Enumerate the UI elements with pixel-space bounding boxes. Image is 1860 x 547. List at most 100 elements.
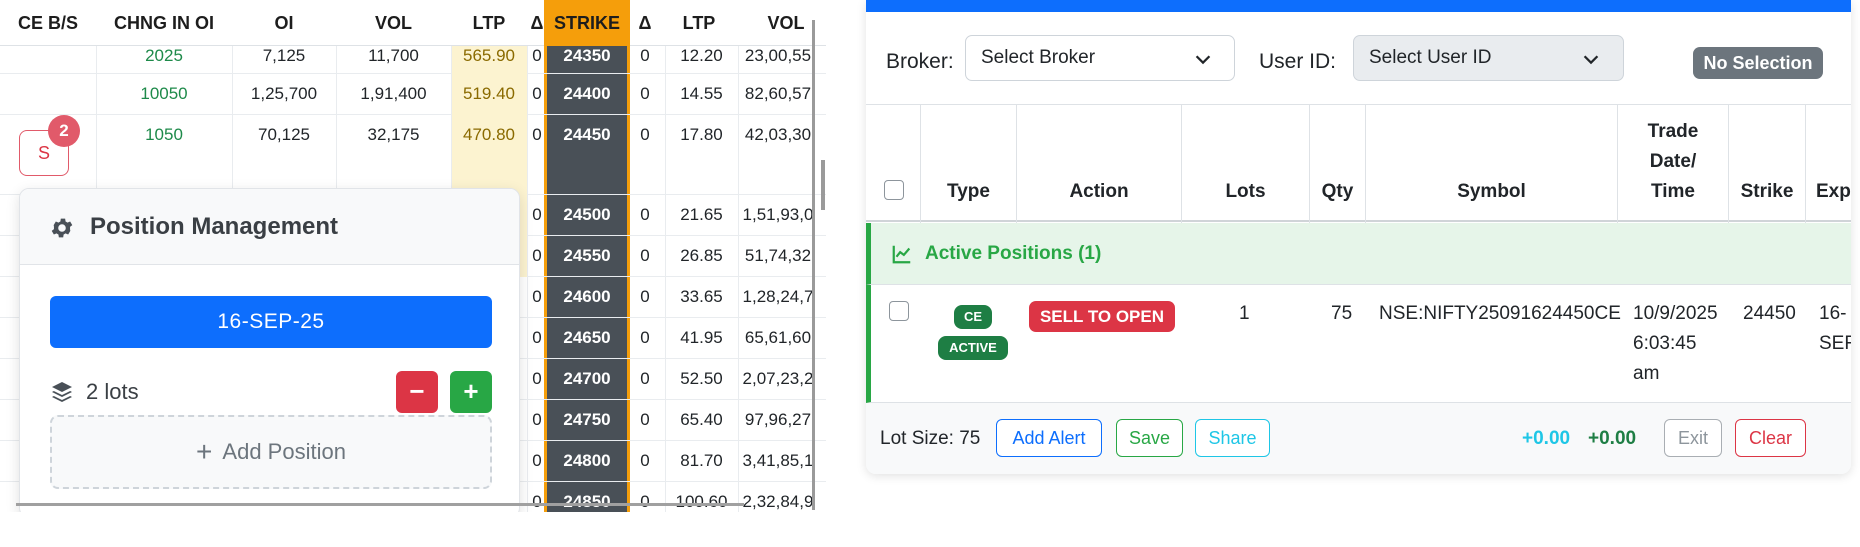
broker-label: Broker: <box>886 50 954 73</box>
strike-cell: 24800 <box>563 451 611 470</box>
ltp-cell: 470.80 <box>451 115 527 195</box>
plus-icon: + <box>196 436 213 467</box>
active-positions-group[interactable]: Active Positions (1) <box>866 223 1851 285</box>
header-strike: STRIKE <box>544 0 630 46</box>
header-chng-in-oi: CHNG IN OI <box>113 13 214 33</box>
oi-cell: 7,125 <box>262 46 306 65</box>
chain-scroll-thumb[interactable] <box>821 160 825 210</box>
vol-pe-cell: 3,41,85,1 <box>742 451 814 470</box>
column-strike: Strike <box>1729 105 1806 223</box>
header-oi: OI <box>274 13 294 33</box>
vol-pe-cell: 1,51,93,0 <box>742 205 814 224</box>
expiry-value: 16- SEF <box>1819 299 1851 359</box>
column-trade-date-time: Trade Date/ Time <box>1618 105 1729 223</box>
option-chain-row[interactable]: 10050 1,25,700 1,91,400 519.40 0 24400 0 14.55 8… <box>0 74 826 115</box>
ltp-pe-cell: 14.55 <box>680 84 723 103</box>
ltp-pe-cell: 65.40 <box>680 410 723 429</box>
pnl-value: +0.00 <box>1522 428 1571 449</box>
add-position-label: Add Position <box>222 439 346 464</box>
header-ltp: LTP <box>472 13 506 33</box>
save-button[interactable]: Save <box>1116 419 1183 457</box>
column-divider <box>665 46 666 512</box>
user-id-label: User ID: <box>1259 50 1337 73</box>
strike-cell: 24850 <box>563 492 611 511</box>
delta-pe-cell: 0 <box>640 328 650 347</box>
panel-title: Position Management <box>90 213 339 240</box>
chng-in-oi-cell: 2025 <box>145 46 183 65</box>
user-id-select-value: Select User ID <box>1369 47 1492 68</box>
option-type-badge: CE <box>954 305 992 329</box>
column-divider <box>527 46 528 512</box>
ltp-cell: 519.40 <box>451 74 527 115</box>
column-symbol: Symbol <box>1366 105 1618 223</box>
position-row[interactable]: CE ACTIVE SELL TO OPEN 1 75 NSE:NIFTY250… <box>866 285 1851 403</box>
qty-value: 75 <box>1331 303 1353 324</box>
strike-cell: 24600 <box>563 287 611 306</box>
vol-pe-cell: 97,96,27 <box>744 410 812 429</box>
delta-pe-cell: 0 <box>640 410 650 429</box>
select-all-checkbox[interactable] <box>884 180 904 200</box>
chng-in-oi-cell: 10050 <box>140 84 188 103</box>
selection-status-badge: No Selection <box>1693 47 1823 79</box>
broker-select[interactable]: Select Broker <box>965 35 1235 81</box>
strike-cell: 24450 <box>563 125 611 144</box>
vol-pe-cell: 2,07,23,2 <box>742 369 814 388</box>
increase-lots-button[interactable]: + <box>450 371 492 413</box>
chart-line-icon <box>892 245 911 264</box>
ltp-pe-cell: 26.85 <box>680 246 723 265</box>
expiry-button[interactable]: 16-SEP-25 <box>50 296 492 348</box>
strike-cell: 24400 <box>563 84 611 103</box>
ltp-cell: 565.90 <box>451 46 527 74</box>
vol-pe-cell: 51,74,32 <box>744 246 812 265</box>
column-action: Action <box>1017 105 1182 223</box>
vol-pe-cell: 65,61,60 <box>744 328 812 347</box>
ltp-pe-cell: 41.95 <box>680 328 723 347</box>
lot-size: Lot Size: 75 <box>880 428 981 449</box>
strike-value: 24450 <box>1743 303 1796 324</box>
header-ltp-pe: LTP <box>682 13 716 33</box>
chain-vertical-scrollbar[interactable] <box>812 20 815 510</box>
delta-pe-cell: 0 <box>640 246 650 265</box>
ltp-pe-cell: 17.80 <box>680 125 723 144</box>
share-button[interactable]: Share <box>1195 419 1270 457</box>
chain-horizontal-scrollbar[interactable] <box>16 503 744 506</box>
user-id-select[interactable]: Select User ID <box>1353 35 1624 81</box>
broker-select-value: Select Broker <box>981 47 1096 68</box>
positions-table-header: Type Action Lots Qty Symbol Trade Date/ … <box>866 104 1851 223</box>
strike-cell: 24650 <box>563 328 611 347</box>
column-expiry: Exp <box>1816 181 1851 202</box>
oi-cell: 1,25,700 <box>250 84 318 103</box>
layers-icon <box>52 382 72 402</box>
add-alert-button[interactable]: Add Alert <box>996 419 1102 457</box>
vol-pe-cell: 1,28,24,7 <box>742 287 814 306</box>
decrease-lots-button[interactable]: − <box>396 371 438 413</box>
row-checkbox[interactable] <box>889 301 909 321</box>
trade-date: 10/9/2025 <box>1633 303 1718 324</box>
delta-pe-cell: 0 <box>640 46 650 65</box>
delta-pe-cell: 0 <box>640 492 650 511</box>
option-chain-row[interactable]: 1050 70,125 32,175 470.80 0 24450 0 17.80 42,03,… <box>0 115 826 195</box>
ltp-pe-cell: 33.65 <box>680 287 723 306</box>
option-chain-header: CE B/S CHNG IN OI OI VOL LTP Δ STRIKE Δ … <box>0 0 826 46</box>
vol-pe-cell: 23,00,55 <box>744 46 812 65</box>
select-all-column <box>866 105 921 223</box>
option-chain-row[interactable]: 2025 7,125 11,700 565.90 0 24350 0 12.20 23,00,5… <box>0 46 826 74</box>
symbol-value: NSE:NIFTY25091624450CE <box>1379 303 1621 324</box>
strike-cell: 24700 <box>563 369 611 388</box>
expiry-line-1: 16- <box>1819 303 1847 324</box>
ltp-pe-cell: 52.50 <box>680 369 723 388</box>
expiry-line-2: SEF <box>1819 333 1851 354</box>
trade-time: 6:03:45 <box>1633 333 1697 354</box>
oi-cell: 70,125 <box>258 125 310 144</box>
clear-button[interactable]: Clear <box>1735 419 1806 457</box>
trade-date-time-value: 10/9/2025 6:03:45 am <box>1633 299 1718 389</box>
delta-pe-cell: 0 <box>640 205 650 224</box>
ltp-pe-cell: 100.60 <box>675 492 728 511</box>
positions-footer: Lot Size: 75 Add Alert Save Share +0.00 … <box>866 403 1851 474</box>
chevron-down-icon <box>1583 55 1599 65</box>
exit-button[interactable]: Exit <box>1664 419 1722 457</box>
add-position-button[interactable]: + Add Position <box>50 415 492 489</box>
pnl-total-value: +0.00 <box>1588 428 1637 449</box>
delta-pe-cell: 0 <box>640 287 650 306</box>
column-type: Type <box>921 105 1017 223</box>
